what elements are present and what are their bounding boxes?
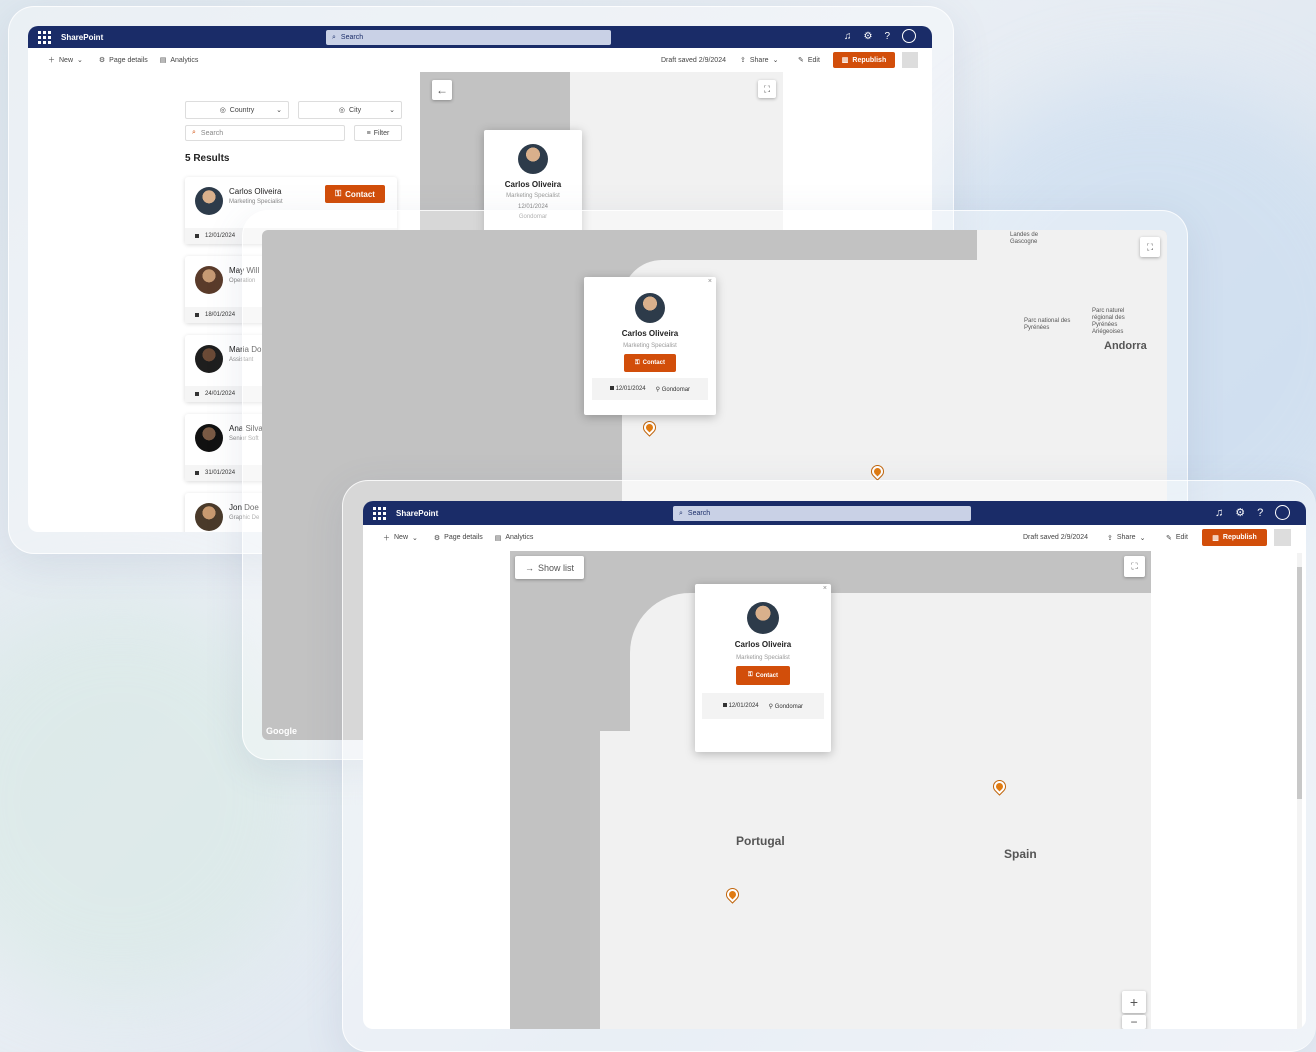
map-pin-icon: ⚲ — [768, 703, 774, 710]
draft-saved-label: Draft saved 2/9/2024 — [661, 56, 726, 64]
republish-button[interactable]: ▥ Republish — [1202, 529, 1267, 546]
suite-bar: SharePoint ⌕ Search ♫ ⚙ ? — [28, 26, 932, 48]
avatar[interactable] — [1275, 505, 1291, 520]
analytics-button[interactable]: ▤ Analytics — [495, 534, 534, 542]
contact-button[interactable]: ⚿ Contact — [624, 354, 676, 372]
avatar — [518, 144, 548, 174]
zoom-in-button[interactable]: + — [1122, 991, 1146, 1013]
filter-button[interactable]: ≡ Filter — [354, 125, 402, 141]
arrow-left-icon[interactable]: ← — [432, 80, 452, 100]
collapse-icon[interactable] — [902, 52, 918, 68]
close-icon[interactable]: × — [823, 585, 827, 592]
expand-icon[interactable]: ⛶ — [758, 80, 776, 98]
share-button[interactable]: ⇪ Share ⌄ — [1107, 534, 1145, 542]
analytics-button[interactable]: ▤ Analytics — [160, 56, 199, 65]
list-search-input[interactable]: ⌕ Search — [185, 125, 345, 141]
contact-button[interactable]: ⚿ Contact — [325, 185, 385, 203]
collapse-icon[interactable]: ⛶ — [1140, 237, 1160, 257]
waffle-icon[interactable] — [373, 506, 386, 520]
avatar — [195, 503, 223, 531]
gear-icon[interactable]: ⚙ — [864, 31, 873, 42]
avatar — [747, 602, 779, 634]
avatar — [635, 293, 665, 323]
scrollbar[interactable] — [1297, 553, 1302, 1029]
search-input[interactable]: ⌕ Search — [326, 30, 611, 45]
results-count: 5 Results — [185, 153, 230, 164]
edit-button[interactable]: ✎ Edit — [798, 56, 820, 65]
command-bar: ＋ New ⌄ ⚙ Page details ▤ Analytics Draft… — [363, 525, 1306, 550]
map-view[interactable]: → Show list ⛶ Portugal Spain + − × Carlos… — [510, 551, 1151, 1029]
waffle-icon[interactable] — [38, 30, 51, 44]
calendar-icon — [609, 386, 614, 390]
popup-footer: 12/01/2024 ⚲ Gondomar — [702, 693, 824, 719]
search-icon: ⌕ — [332, 33, 336, 41]
map-popup: × Carlos Oliveira Marketing Specialist ⚿… — [584, 277, 716, 415]
collapse-icon[interactable] — [1274, 529, 1291, 546]
search-icon: ⌕ — [192, 129, 196, 136]
calendar-icon — [195, 234, 199, 238]
close-icon[interactable]: × — [708, 278, 712, 285]
arrow-right-icon: → — [524, 562, 534, 573]
help-icon[interactable]: ? — [884, 31, 890, 42]
map-popup: × Carlos Oliveira Marketing Specialist ⚿… — [695, 584, 831, 752]
zoom-out-button[interactable]: − — [1122, 1015, 1146, 1029]
calendar-icon — [195, 471, 199, 475]
search-icon: ⌕ — [679, 509, 683, 517]
brand-label[interactable]: SharePoint — [61, 33, 103, 42]
map-pin-icon: ⚲ — [655, 386, 661, 393]
republish-button[interactable]: ▥ Republish — [833, 52, 895, 68]
avatar[interactable] — [902, 29, 917, 43]
search-input[interactable]: ⌕ Search — [673, 506, 971, 521]
avatar — [195, 187, 223, 215]
contact-button[interactable]: ⚿ Contact — [736, 666, 790, 685]
page-details-button[interactable]: ⚙ Page details — [434, 534, 483, 542]
bell-icon[interactable]: ♫ — [844, 31, 852, 42]
popup-footer: 12/01/2024 ⚲ Gondomar — [592, 378, 708, 400]
calendar-icon — [722, 703, 727, 707]
city-dropdown[interactable]: ◎ City ⌄ — [298, 101, 402, 119]
calendar-icon — [195, 392, 199, 396]
gear-icon[interactable]: ⚙ — [1235, 506, 1245, 519]
help-icon[interactable]: ? — [1257, 507, 1263, 519]
avatar — [195, 424, 223, 452]
new-button[interactable]: ＋ New ⌄ — [48, 55, 83, 65]
expand-icon[interactable]: ⛶ — [1124, 556, 1145, 577]
draft-saved-label: Draft saved 2/9/2024 — [1023, 534, 1088, 541]
share-button[interactable]: ⇪ Share ⌄ — [740, 56, 778, 65]
show-list-button[interactable]: → Show list — [515, 556, 584, 579]
screen-front: SharePoint ⌕ Search ♫ ⚙ ? ＋ New ⌄ ⚙ Page… — [363, 501, 1306, 1029]
new-button[interactable]: ＋ New ⌄ — [383, 533, 418, 543]
suite-bar: SharePoint ⌕ Search ♫ ⚙ ? — [363, 501, 1306, 525]
edit-button[interactable]: ✎ Edit — [1166, 534, 1188, 542]
avatar — [195, 266, 223, 294]
country-dropdown[interactable]: ◎ Country ⌄ — [185, 101, 289, 119]
page-details-button[interactable]: ⚙ Page details — [99, 56, 148, 65]
brand-label[interactable]: SharePoint — [396, 509, 438, 518]
command-bar: ＋ New ⌄ ⚙ Page details ▤ Analytics Draft… — [28, 48, 932, 72]
bell-icon[interactable]: ♫ — [1215, 507, 1223, 519]
avatar — [195, 345, 223, 373]
calendar-icon — [195, 313, 199, 317]
